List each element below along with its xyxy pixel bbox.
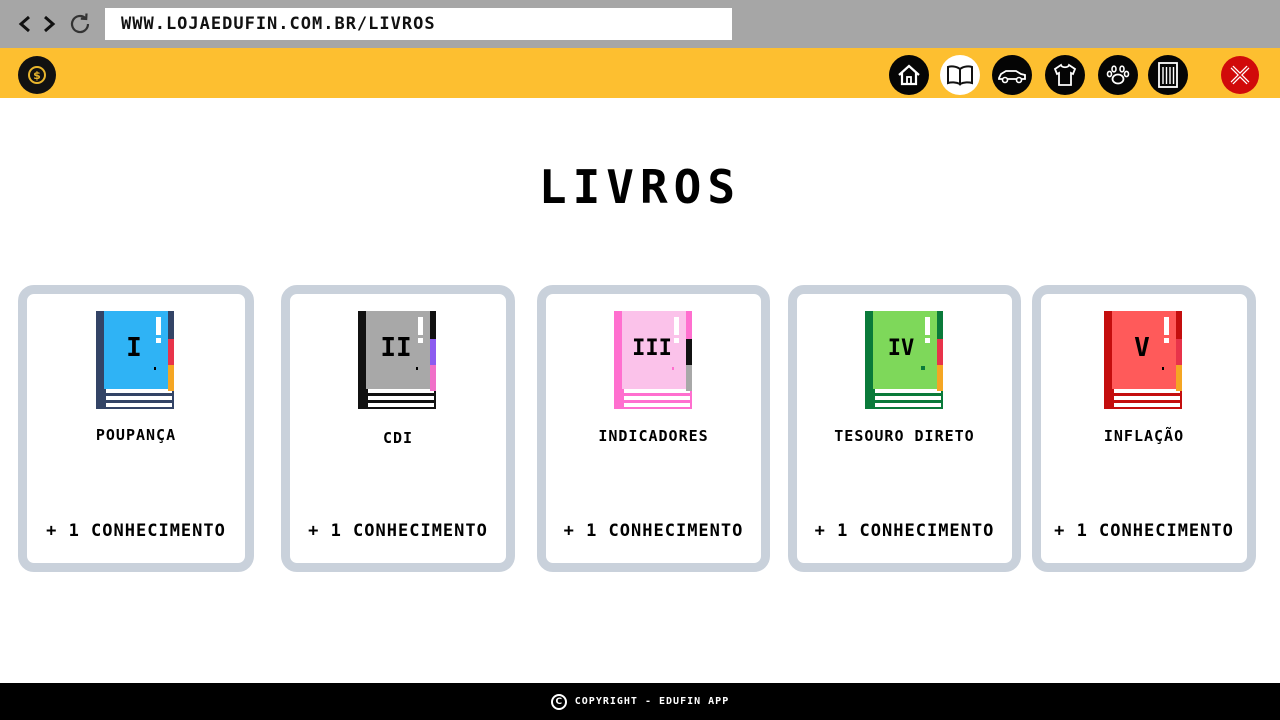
app-logo[interactable]: $ (18, 56, 56, 94)
building-icon (1158, 62, 1178, 88)
nav-pets-button[interactable] (1098, 55, 1138, 95)
page-title: LIVROS (538, 160, 742, 214)
close-button[interactable] (1221, 56, 1259, 94)
svg-text:III: III (632, 336, 672, 361)
book-icon: V (1104, 311, 1182, 409)
close-icon (1230, 65, 1250, 85)
nav-home-button[interactable] (889, 55, 929, 95)
forward-button[interactable] (40, 10, 58, 38)
car-icon (998, 70, 1026, 84)
book-card-indicadores[interactable]: III INDICADORES + 1 CONHECIMENTO (537, 285, 770, 572)
browser-toolbar: WWW.LOJAEDUFIN.COM.BR/LIVROS (0, 0, 1280, 48)
card-reward: + 1 CONHECIMENTO (563, 521, 744, 541)
card-reward: + 1 CONHECIMENTO (308, 521, 488, 541)
url-text: WWW.LOJAEDUFIN.COM.BR/LIVROS (121, 14, 436, 34)
card-title: TESOURO DIRETO (834, 427, 975, 445)
book-icon (947, 65, 973, 86)
footer: C COPYRIGHT - EDUFIN APP (0, 683, 1280, 720)
store-header: $ (0, 48, 1280, 98)
book-card-inflacao[interactable]: V INFLAÇÃO + 1 CONHECIMENTO (1032, 285, 1256, 572)
reload-button[interactable] (66, 10, 94, 38)
copyright-icon: C (550, 693, 567, 710)
svg-text:IV: IV (887, 336, 914, 361)
card-reward: + 1 CONHECIMENTO (814, 521, 995, 541)
nav-books-button[interactable] (940, 55, 980, 95)
shirt-icon (1053, 63, 1077, 86)
card-title: POUPANÇA (95, 426, 177, 444)
nav-buildings-button[interactable] (1148, 55, 1188, 95)
card-title: INFLAÇÃO (1103, 427, 1185, 445)
back-button[interactable] (16, 10, 34, 38)
book-icon: I (96, 311, 174, 409)
address-bar[interactable]: WWW.LOJAEDUFIN.COM.BR/LIVROS (105, 8, 732, 40)
svg-text:I: I (126, 333, 142, 363)
nav-clothes-button[interactable] (1045, 55, 1085, 95)
home-icon (898, 64, 920, 86)
footer-text: COPYRIGHT - EDUFIN APP (574, 696, 730, 707)
book-card-tesouro-direto[interactable]: IV TESOURO DIRETO + 1 CONHECIMENTO (788, 285, 1021, 572)
chevron-left-icon (18, 15, 30, 33)
book-card-cdi[interactable]: II CDI + 1 CONHECIMENTO (281, 285, 515, 572)
book-icon: IV (864, 311, 943, 409)
card-title: CDI (382, 429, 414, 447)
book-card-poupanca[interactable]: I POUPANÇA + 1 CONHECIMENTO (18, 285, 254, 572)
paw-icon (1106, 65, 1130, 85)
svg-text:V: V (1134, 333, 1150, 363)
reload-icon (70, 13, 90, 34)
chevron-right-icon (44, 15, 56, 33)
book-icon: II (358, 311, 436, 409)
card-title: INDICADORES (598, 427, 709, 445)
card-reward: + 1 CONHECIMENTO (46, 521, 226, 541)
book-icon: III (613, 311, 692, 409)
coin-icon: $ (28, 66, 46, 84)
card-reward: + 1 CONHECIMENTO (1054, 521, 1234, 541)
svg-text:II: II (380, 333, 411, 363)
nav-car-button[interactable] (992, 55, 1032, 95)
